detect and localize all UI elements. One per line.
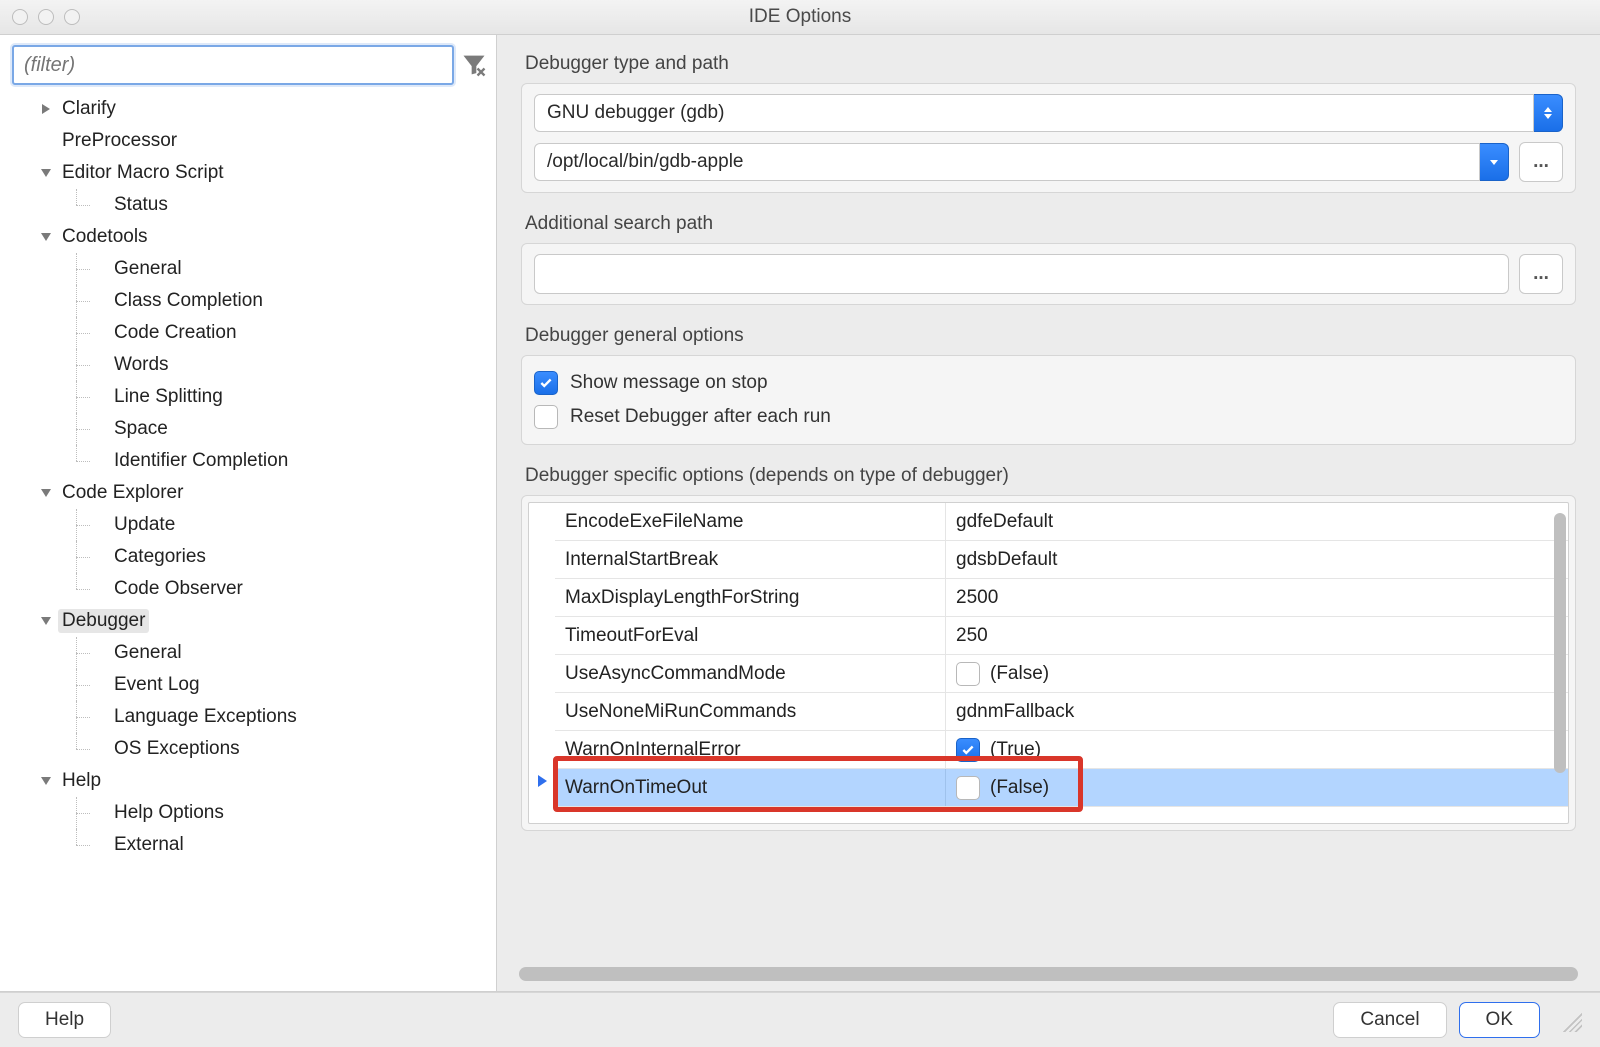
tree-item-help-options[interactable]: Help Options [90,797,496,829]
property-row[interactable]: WarnOnInternalError(True) [555,731,1568,769]
browse-path-button[interactable]: ... [1519,142,1563,182]
resize-grip-icon[interactable] [1558,1008,1582,1032]
checkbox-label: Show message on stop [570,372,768,394]
tree-item-dbg-general[interactable]: General [90,637,496,669]
tree-item-dbg-os-exceptions[interactable]: OS Exceptions [90,733,496,765]
checkbox-label: Reset Debugger after each run [570,406,831,428]
tree-item-dbg-language-exceptions[interactable]: Language Exceptions [90,701,496,733]
property-name: WarnOnTimeOut [555,769,946,806]
footer: Help Cancel OK [0,992,1600,1047]
property-value[interactable]: gdfeDefault [946,503,1568,540]
tree-item-clarify[interactable]: Clarify [38,93,496,125]
property-name: MaxDisplayLengthForString [555,579,946,616]
chevron-down-icon [41,617,51,625]
section-title-search-path: Additional search path [525,213,1576,235]
debugger-properties-grid[interactable]: EncodeExeFileNamegdfeDefaultInternalStar… [528,502,1569,824]
property-name: InternalStartBreak [555,541,946,578]
property-row[interactable]: EncodeExeFileNamegdfeDefault [555,503,1568,541]
chevron-down-icon [41,489,51,497]
tree-item-editor-macro-script[interactable]: Editor Macro Script [38,157,496,189]
section-type-path: GNU debugger (gdb) /opt/local/bin/gdb-ap… [521,83,1576,193]
property-name: TimeoutForEval [555,617,946,654]
property-value[interactable]: (False) [946,769,1568,806]
property-name: WarnOnInternalError [555,731,946,768]
section-title-specific: Debugger specific options (depends on ty… [525,465,1576,487]
property-row[interactable]: TimeoutForEval250 [555,617,1568,655]
property-value[interactable]: 2500 [946,579,1568,616]
tree-item-help-external[interactable]: External [90,829,496,861]
help-button[interactable]: Help [18,1002,111,1038]
debugger-type-select[interactable]: GNU debugger (gdb) [534,94,1563,132]
debugger-path-value: /opt/local/bin/gdb-apple [534,143,1480,181]
show-message-on-stop-checkbox[interactable]: Show message on stop [534,366,1563,400]
section-search-path: ... [521,243,1576,305]
property-row[interactable]: UseNoneMiRunCommandsgdnmFallback [555,693,1568,731]
chevron-down-icon [41,169,51,177]
property-row[interactable]: MaxDisplayLengthForString2500 [555,579,1568,617]
tree-item-ce-categories[interactable]: Categories [90,541,496,573]
property-value[interactable]: 250 [946,617,1568,654]
tree-item-debugger[interactable]: Debugger [38,605,496,637]
horizontal-scrollbar[interactable] [519,967,1578,981]
property-row[interactable]: WarnOnTimeOut(False) [555,769,1568,807]
titlebar: IDE Options [0,0,1600,35]
property-value[interactable]: (True) [946,731,1568,768]
tree-item-ct-code-creation[interactable]: Code Creation [90,317,496,349]
tree-item-ct-line-splitting[interactable]: Line Splitting [90,381,496,413]
debugger-path-select[interactable]: /opt/local/bin/gdb-apple [534,143,1509,181]
tree-item-ct-space[interactable]: Space [90,413,496,445]
browse-search-path-button[interactable]: ... [1519,254,1563,294]
clear-filter-icon[interactable] [460,51,488,79]
checkbox-icon [534,371,558,395]
property-name: UseNoneMiRunCommands [555,693,946,730]
window-title: IDE Options [0,6,1600,28]
tree-item-ct-words[interactable]: Words [90,349,496,381]
section-title-general: Debugger general options [525,325,1576,347]
chevron-down-icon [41,777,51,785]
tree-item-ce-update[interactable]: Update [90,509,496,541]
tree-item-code-explorer[interactable]: Code Explorer [38,477,496,509]
dropdown-icon [1480,143,1509,181]
property-row[interactable]: UseAsyncCommandMode(False) [555,655,1568,693]
chevron-down-icon [41,233,51,241]
property-value[interactable]: gdsbDefault [946,541,1568,578]
tree-item-status[interactable]: Status [90,189,496,221]
section-general: Show message on stop Reset Debugger afte… [521,355,1576,445]
tree-item-help[interactable]: Help [38,765,496,797]
vertical-scrollbar[interactable] [1554,507,1566,819]
property-value[interactable]: (False) [946,655,1568,692]
sidebar: Clarify PreProcessor Editor Macro Script [0,35,497,991]
search-path-input[interactable] [534,254,1509,294]
row-pointer-icon [533,762,551,799]
checkbox-icon [956,776,980,800]
section-specific: EncodeExeFileNamegdfeDefaultInternalStar… [521,495,1576,831]
property-row[interactable]: InternalStartBreakgdsbDefault [555,541,1568,579]
tree-item-ce-code-observer[interactable]: Code Observer [90,573,496,605]
tree-item-ct-class-completion[interactable]: Class Completion [90,285,496,317]
property-name: EncodeExeFileName [555,503,946,540]
cancel-button[interactable]: Cancel [1333,1002,1446,1038]
tree-item-ct-identifier-completion[interactable]: Identifier Completion [90,445,496,477]
options-tree[interactable]: Clarify PreProcessor Editor Macro Script [0,93,496,991]
ok-button[interactable]: OK [1459,1002,1540,1038]
property-value[interactable]: gdnmFallback [946,693,1568,730]
checkbox-icon [956,738,980,762]
property-name: UseAsyncCommandMode [555,655,946,692]
filter-input[interactable] [12,45,454,85]
tree-item-ct-general[interactable]: General [90,253,496,285]
reset-debugger-checkbox[interactable]: Reset Debugger after each run [534,400,1563,434]
tree-item-preprocessor[interactable]: PreProcessor [38,125,496,157]
checkbox-icon [534,405,558,429]
tree-item-codetools[interactable]: Codetools [38,221,496,253]
dropdown-icon [1534,94,1563,132]
main-panel: Debugger type and path GNU debugger (gdb… [497,35,1600,991]
tree-item-dbg-event-log[interactable]: Event Log [90,669,496,701]
section-title-type-path: Debugger type and path [525,53,1576,75]
checkbox-icon [956,662,980,686]
chevron-right-icon [42,104,50,114]
debugger-type-value: GNU debugger (gdb) [534,94,1534,132]
